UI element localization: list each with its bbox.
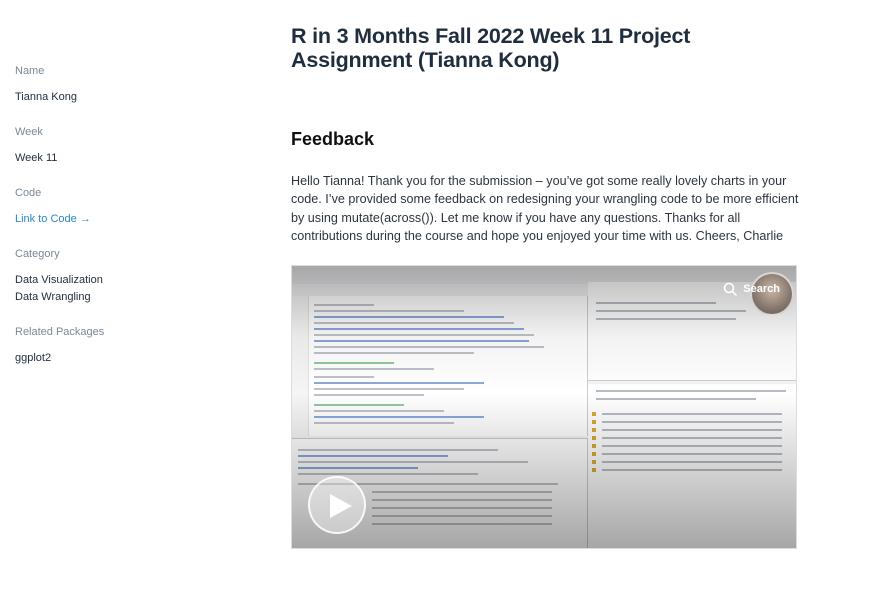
feedback-heading: Feedback: [291, 129, 375, 149]
feedback-text: Hello Tianna! Thank you for the submissi…: [291, 174, 799, 243]
code-label: Code: [15, 187, 42, 199]
code-field: Code Link to Code →: [15, 186, 91, 228]
video-search-button[interactable]: Search: [723, 282, 780, 296]
category-field: Category Data Visualization Data Wrangli…: [15, 247, 103, 306]
page-title: R in 3 Months Fall 2022 Week 11 Project …: [291, 24, 691, 72]
week-value: Week 11: [15, 152, 58, 164]
play-icon: [330, 494, 352, 518]
week-field: Week Week 11: [15, 125, 57, 167]
search-icon: [723, 282, 738, 296]
category-value-data-visualization: Data Visualization: [15, 274, 103, 286]
link-to-code[interactable]: Link to Code →: [15, 211, 91, 228]
related-package-value: ggplot2: [15, 352, 52, 364]
category-label: Category: [15, 248, 60, 260]
video-overlay: [292, 266, 796, 548]
related-packages-label: Related Packages: [15, 326, 105, 338]
name-field: Name Tianna Kong: [15, 64, 77, 106]
week-label: Week: [15, 126, 43, 138]
category-value-data-wrangling: Data Wrangling: [15, 291, 91, 303]
video-player[interactable]: Search: [291, 265, 797, 549]
search-label: Search: [743, 283, 780, 295]
related-packages-field: Related Packages ggplot2: [15, 325, 104, 367]
play-button[interactable]: [308, 476, 366, 534]
name-label: Name: [15, 65, 45, 77]
name-value: Tianna Kong: [15, 91, 77, 103]
main-content: R in 3 Months Fall 2022 Week 11 Project …: [291, 24, 801, 243]
